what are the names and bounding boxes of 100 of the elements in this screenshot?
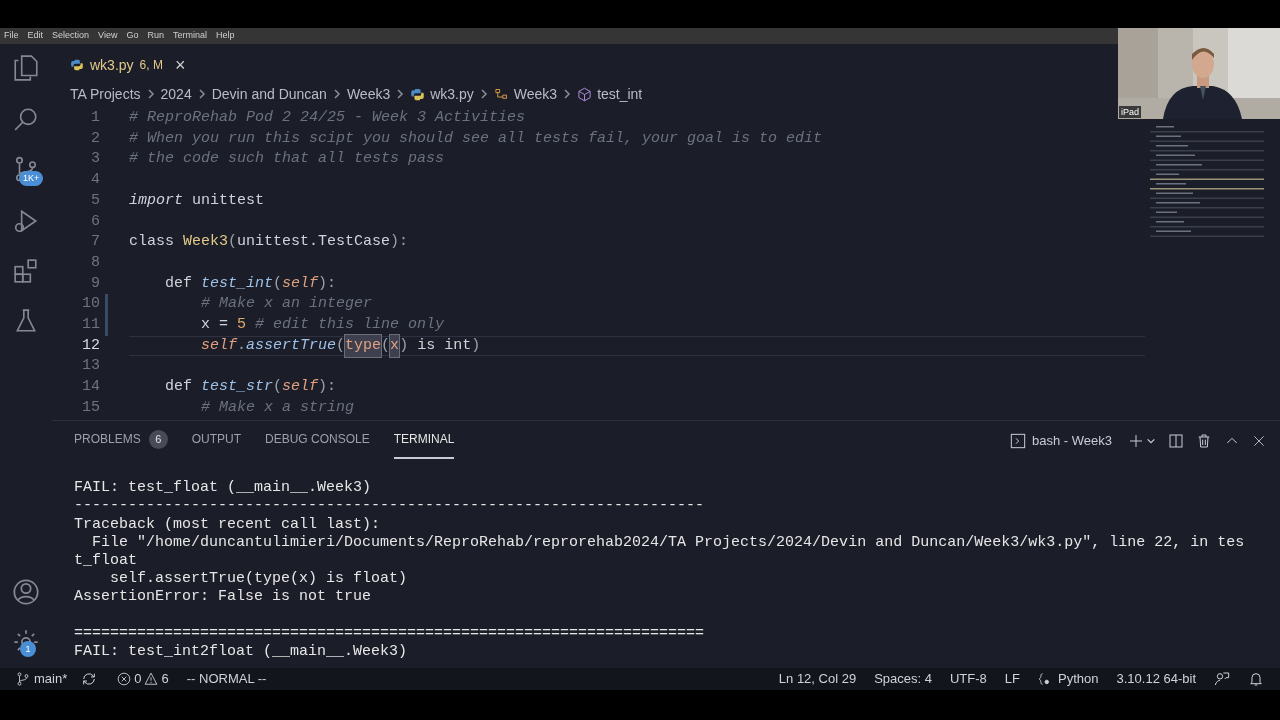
line-number: 11 <box>52 314 108 336</box>
code-line: # Make x an integer <box>200 294 373 315</box>
terminal-line: self.assertTrue(type(x) is float) <box>109 570 409 589</box>
class-icon <box>493 86 509 102</box>
menu-item[interactable]: Run <box>147 29 164 43</box>
breadcrumb-item[interactable]: Week3 <box>346 83 391 105</box>
sync-icon[interactable] <box>81 671 98 687</box>
line-number: 10 <box>52 294 108 315</box>
feedback-icon[interactable] <box>1214 671 1230 687</box>
python-file-icon <box>70 58 84 72</box>
close-tab-button[interactable]: × <box>174 56 186 74</box>
cube-icon <box>577 86 593 102</box>
vim-mode: -- NORMAL -- <box>186 670 267 689</box>
code-line: self.assertTrue(type(x) is int) <box>129 335 1145 357</box>
panel-tab[interactable]: PROBLEMS 6 <box>74 421 168 459</box>
tab-filename: wk3.py <box>90 55 134 75</box>
notification-badge: 1K+ <box>19 171 44 186</box>
code-line: # When you run this scipt you should see all tests fail, your goal is to edit <box>129 128 823 149</box>
code-line: import unittest <box>129 190 265 211</box>
breadcrumb-item[interactable]: wk3.py <box>410 83 474 105</box>
code-line: x = 5 # edit this line only <box>200 314 445 335</box>
encoding-status[interactable]: UTF-8 <box>950 669 987 689</box>
line-ending-status[interactable]: LF <box>1004 669 1020 689</box>
line-number: 15 <box>81 397 101 418</box>
terminal-line: t_float <box>74 551 138 571</box>
menu-item[interactable]: File <box>4 29 19 43</box>
menu-item[interactable]: Selection <box>52 29 90 43</box>
breadcrumb-item[interactable]: Week3 <box>493 83 558 105</box>
terminal-line: ====================================================================== <box>74 624 706 643</box>
code-line: class Week3(unittest.TestCase): <box>129 232 409 253</box>
line-number: 5 <box>90 190 101 211</box>
search-icon[interactable] <box>13 106 39 132</box>
count-badge: 6 <box>148 429 168 449</box>
terminal-line: Traceback (most recent call last): <box>74 515 382 534</box>
error-icon <box>117 672 132 686</box>
code-line: def test_int(self): <box>164 273 337 294</box>
code-line: # the code such that all tests pass <box>129 149 445 170</box>
breadcrumb-item[interactable]: TA Projects <box>70 83 141 105</box>
chevron-icon <box>197 88 206 100</box>
problems-status[interactable]: 0 6 <box>117 669 169 689</box>
flask-icon[interactable] <box>13 308 39 334</box>
files-icon[interactable] <box>13 54 39 82</box>
breadcrumb-item[interactable]: 2024 <box>160 83 192 105</box>
code-line: # ReproRehab Pod 2 24/25 - Week 3 Activities <box>129 108 526 129</box>
chevron-icon <box>396 88 405 100</box>
panel-tab[interactable]: TERMINAL <box>393 421 455 459</box>
line-number: 14 <box>81 377 101 398</box>
terminal-line: FAIL: test_float (__main__.Week3) <box>74 479 373 498</box>
menu-item[interactable]: View <box>98 29 118 43</box>
terminal-line: FAIL: test_int2float (__main__.Week3) <box>74 642 409 662</box>
line-number: 8 <box>90 252 101 273</box>
line-number: 1 <box>90 108 101 129</box>
close-icon[interactable] <box>1252 434 1266 448</box>
breadcrumb-item[interactable]: test_int <box>577 83 643 105</box>
plus-icon[interactable] <box>1128 433 1144 449</box>
chevron-icon <box>563 88 572 100</box>
panel-tab[interactable]: DEBUG CONSOLE <box>265 421 370 459</box>
line-number: 3 <box>90 149 101 170</box>
language-status[interactable]: Python <box>1038 669 1099 689</box>
terminal-selector[interactable]: bash - Week3 <box>1010 431 1112 451</box>
chevron-icon <box>332 88 341 100</box>
warning-icon <box>144 672 159 686</box>
terminal-line: ---------------------------------------------------------------------- <box>74 497 706 516</box>
python-file-icon <box>410 86 426 102</box>
line-number: 4 <box>90 170 101 191</box>
menu-item[interactable]: Go <box>126 29 139 43</box>
line-number: 12 <box>81 335 101 356</box>
branch-icon <box>16 672 30 686</box>
run-debug-icon[interactable] <box>13 208 39 234</box>
panel-tab[interactable]: OUTPUT <box>191 421 242 459</box>
interpreter-status[interactable]: 3.10.12 64-bit <box>1116 669 1196 689</box>
code-line: def test_str(self): <box>164 377 337 398</box>
breadcrumb-item[interactable]: Devin and Duncan <box>211 83 327 105</box>
braces-icon <box>1038 672 1052 686</box>
cursor-position[interactable]: Ln 12, Col 29 <box>778 669 857 689</box>
terminal-line: AssertionError: False is not true <box>74 588 373 607</box>
menu-item[interactable]: Edit <box>27 29 44 43</box>
code-line: # Make x a string <box>200 397 355 418</box>
account-icon[interactable] <box>12 578 40 606</box>
menu-item[interactable]: Terminal <box>172 29 207 43</box>
terminal-icon <box>1010 433 1027 449</box>
line-number: 13 <box>81 356 101 377</box>
trash-icon[interactable] <box>1196 433 1212 449</box>
line-number: 2 <box>90 128 101 149</box>
chevron-icon <box>146 88 155 100</box>
video-label: iPad <box>1119 106 1141 118</box>
branch-status[interactable]: main* <box>16 669 68 689</box>
editor-tab[interactable]: wk3.py 6, M × <box>66 50 190 80</box>
line-number: 6 <box>90 211 101 232</box>
line-number: 7 <box>90 232 101 253</box>
terminal-line: File "/home/duncantulimieri/Documents/ReproRehab/reprorehab2024/TA Projects/2024/Devin and Duncan/Week3/wk3.py", line 22, in tes <box>91 533 1246 552</box>
extensions-icon[interactable] <box>13 258 39 284</box>
menu-item[interactable]: Help <box>215 29 235 43</box>
chevron-down-icon[interactable] <box>1146 436 1156 446</box>
bell-icon[interactable] <box>1248 671 1264 687</box>
chevron-icon <box>479 88 488 100</box>
indentation-status[interactable]: Spaces: 4 <box>874 669 932 689</box>
split-icon[interactable] <box>1168 433 1184 449</box>
notification-badge: 1 <box>20 641 36 657</box>
tab-status: 6, M <box>139 57 163 74</box>
